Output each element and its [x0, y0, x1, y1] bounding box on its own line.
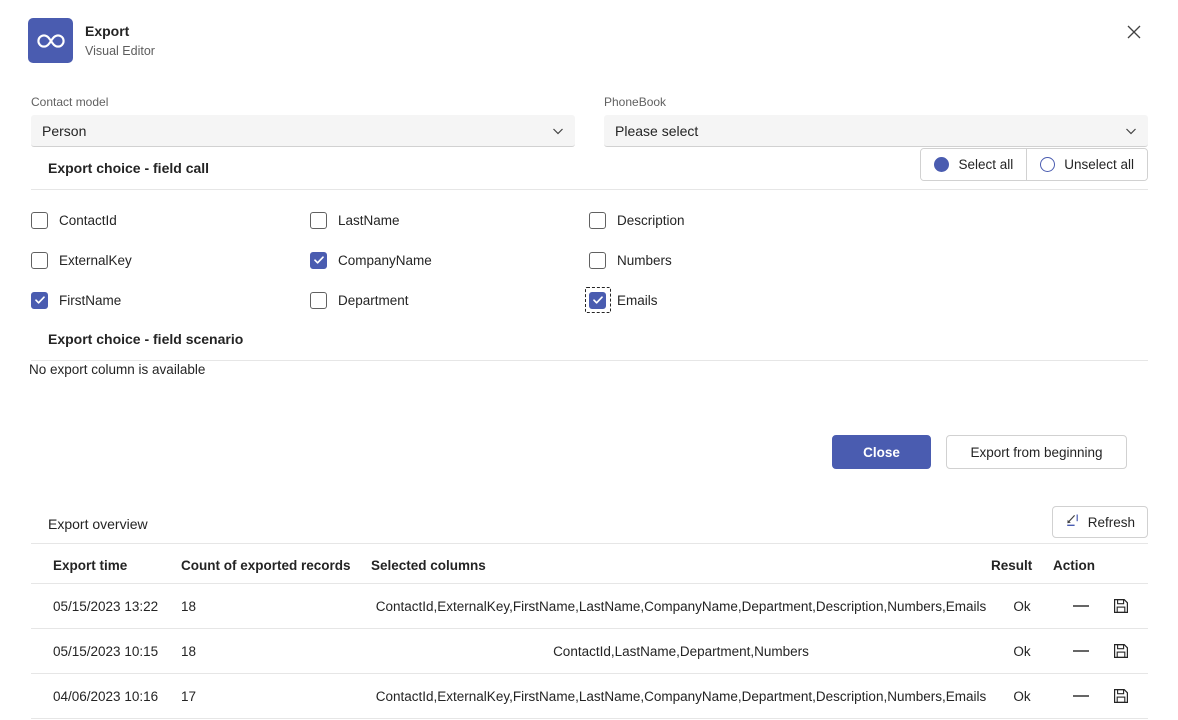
- checkbox-description[interactable]: Description: [589, 200, 868, 240]
- select-all-toggle-group: Select all Unselect all: [920, 148, 1148, 181]
- page-subtitle: Visual Editor: [85, 44, 155, 58]
- cell-export-time: 04/06/2023 10:16: [31, 673, 181, 719]
- checkbox-label: ContactId: [59, 212, 117, 228]
- table-row: 04/06/2023 10:16 17 ContactId,ExternalKe…: [31, 673, 1148, 719]
- cell-count: 18: [181, 628, 371, 674]
- field-call-title: Export choice - field call: [48, 160, 210, 176]
- checkbox-label: CompanyName: [338, 252, 432, 268]
- checkbox-externalkey[interactable]: ExternalKey: [31, 240, 310, 280]
- table-row: 05/15/2023 10:15 18 ContactId,LastName,D…: [31, 628, 1148, 674]
- checkbox-input[interactable]: [310, 251, 327, 269]
- chevron-down-icon: [1124, 124, 1138, 138]
- checkbox-input[interactable]: [589, 291, 606, 309]
- checkbox-label: Numbers: [617, 252, 672, 268]
- checkbox-input[interactable]: [589, 251, 606, 269]
- phonebook-value: Please select: [615, 122, 699, 139]
- minus-icon[interactable]: [1072, 687, 1090, 705]
- cell-export-time: 05/15/2023 10:15: [31, 628, 181, 674]
- checkbox-department[interactable]: Department: [310, 280, 589, 320]
- minus-icon[interactable]: [1072, 642, 1090, 660]
- cell-action: [1053, 673, 1148, 719]
- field-scenario-section-header: Export choice - field scenario: [31, 323, 1148, 361]
- checkbox-row: ContactId LastName Description: [31, 200, 1148, 240]
- cell-result: Ok: [991, 583, 1053, 629]
- phonebook-select[interactable]: Please select: [604, 115, 1148, 147]
- close-icon[interactable]: [1118, 16, 1150, 48]
- column-header-result: Result: [991, 552, 1053, 584]
- checkbox-companyname[interactable]: CompanyName: [310, 240, 589, 280]
- minus-icon[interactable]: [1072, 597, 1090, 615]
- checkbox-firstname[interactable]: FirstName: [31, 280, 310, 320]
- table-header-row: Export time Count of exported records Se…: [31, 552, 1148, 584]
- checkbox-input[interactable]: [310, 211, 327, 229]
- contact-model-value: Person: [42, 122, 87, 139]
- cell-count: 17: [181, 673, 371, 719]
- save-icon[interactable]: [1112, 597, 1130, 615]
- cell-action: [1053, 628, 1148, 674]
- checkbox-emails[interactable]: Emails: [585, 280, 868, 320]
- refresh-arrow-icon: [1065, 513, 1080, 531]
- checkbox-label: Emails: [617, 292, 658, 308]
- cell-selected-columns: ContactId,ExternalKey,FirstName,LastName…: [371, 583, 991, 629]
- cell-result: Ok: [991, 628, 1053, 674]
- contact-model-select[interactable]: Person: [31, 115, 575, 147]
- export-overview-table: Export time Count of exported records Se…: [31, 552, 1148, 719]
- unselect-all-button[interactable]: Unselect all: [1026, 149, 1147, 180]
- export-from-beginning-button[interactable]: Export from beginning: [946, 435, 1127, 469]
- select-all-button[interactable]: Select all: [921, 149, 1027, 180]
- select-all-label: Select all: [958, 157, 1014, 172]
- cell-selected-columns: ContactId,ExternalKey,FirstName,LastName…: [371, 673, 991, 719]
- title-block: Export Visual Editor: [85, 22, 155, 60]
- contact-model-label: Contact model: [31, 95, 109, 109]
- field-call-checkbox-grid: ContactId LastName Description ExternalK…: [31, 200, 1148, 320]
- save-icon[interactable]: [1112, 642, 1130, 660]
- field-call-section-header: Export choice - field call Select all Un…: [31, 148, 1148, 190]
- checkbox-input[interactable]: [589, 211, 606, 229]
- table-row: 05/15/2023 13:22 18 ContactId,ExternalKe…: [31, 583, 1148, 629]
- phonebook-field: PhoneBook Please select: [604, 95, 1148, 147]
- field-scenario-title: Export choice - field scenario: [48, 331, 244, 347]
- export-dialog: Export Visual Editor Contact model Perso…: [0, 0, 1178, 720]
- radio-empty-icon: [1040, 157, 1056, 172]
- column-header-action: Action: [1053, 552, 1148, 584]
- checkbox-row: FirstName Department Emails: [31, 280, 1148, 320]
- refresh-label: Refresh: [1087, 514, 1135, 530]
- checkbox-lastname[interactable]: LastName: [310, 200, 589, 240]
- export-overview-section: Export overview Refresh: [31, 506, 1148, 544]
- checkbox-input[interactable]: [31, 291, 48, 309]
- checkbox-label: Department: [338, 292, 409, 308]
- no-export-column-message: No export column is available: [29, 362, 206, 377]
- save-icon[interactable]: [1112, 687, 1130, 705]
- checkbox-label: ExternalKey: [59, 252, 132, 268]
- checkbox-input[interactable]: [31, 211, 48, 229]
- checkbox-contactid[interactable]: ContactId: [31, 200, 310, 240]
- column-header-count: Count of exported records: [181, 552, 371, 584]
- column-header-selected-cols: Selected columns: [371, 552, 991, 584]
- close-button[interactable]: Close: [832, 435, 931, 469]
- export-overview-title: Export overview: [48, 516, 148, 532]
- checkbox-numbers[interactable]: Numbers: [589, 240, 868, 280]
- cell-action: [1053, 583, 1148, 629]
- chevron-down-icon: [551, 124, 565, 138]
- phonebook-label: PhoneBook: [604, 95, 667, 109]
- infinity-icon: [28, 18, 73, 63]
- checkbox-label: FirstName: [59, 292, 122, 308]
- radio-filled-icon: [934, 157, 950, 172]
- checkbox-input[interactable]: [31, 251, 48, 269]
- export-overview-header: Export overview Refresh: [31, 506, 1148, 544]
- checkbox-label: Description: [617, 212, 685, 228]
- cell-result: Ok: [991, 673, 1053, 719]
- unselect-all-label: Unselect all: [1064, 157, 1134, 172]
- cell-export-time: 05/15/2023 13:22: [31, 583, 181, 629]
- cell-selected-columns: ContactId,LastName,Department,Numbers: [371, 628, 991, 674]
- contact-model-field: Contact model Person: [31, 95, 575, 147]
- checkbox-label: LastName: [338, 212, 400, 228]
- refresh-button[interactable]: Refresh: [1051, 506, 1148, 538]
- dialog-header: Export Visual Editor: [0, 0, 1178, 80]
- page-title: Export: [85, 23, 130, 39]
- checkbox-row: ExternalKey CompanyName Numbers: [31, 240, 1148, 280]
- cell-count: 18: [181, 583, 371, 629]
- checkbox-input[interactable]: [310, 291, 327, 309]
- column-header-export-time: Export time: [31, 552, 181, 584]
